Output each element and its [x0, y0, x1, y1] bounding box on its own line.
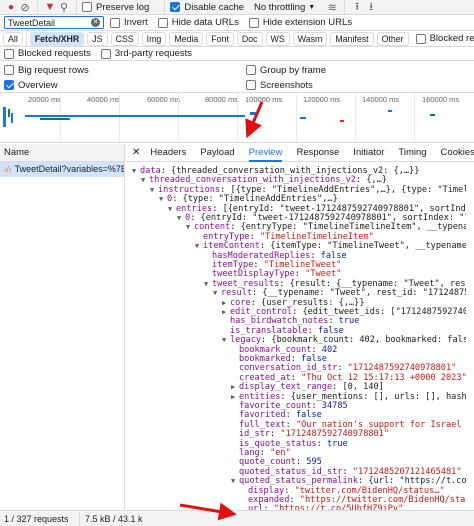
- big-request-rows-checkbox[interactable]: Big request rows: [4, 65, 236, 76]
- tab-cookies[interactable]: Cookies: [441, 144, 474, 162]
- type-chip-img[interactable]: Img: [141, 31, 167, 46]
- type-chip-ws[interactable]: WS: [265, 31, 290, 46]
- preserve-log-checkbox[interactable]: Preserve log: [82, 2, 149, 13]
- type-chip-media[interactable]: Media: [169, 31, 204, 46]
- blocked-requests-checkbox[interactable]: Blocked requests: [4, 48, 91, 59]
- status-bar: 1 / 327 requests 7.5 kB / 43.1 k: [0, 510, 474, 526]
- tab-payload[interactable]: Payload: [200, 144, 234, 162]
- overview-checkbox[interactable]: Overview: [4, 80, 236, 91]
- request-row[interactable]: ‹/› TweetDetail?variables=%7B...: [0, 162, 124, 177]
- tree-node: url: "https://t.co/5UbfHZ9iPv": [126, 503, 466, 510]
- close-icon[interactable]: ✕: [132, 144, 140, 162]
- type-chip-all[interactable]: All: [3, 31, 23, 46]
- invert-checkbox[interactable]: Invert: [110, 17, 148, 28]
- timeline-bar: [40, 118, 70, 120]
- type-chip-manifest[interactable]: Manifest: [330, 31, 374, 46]
- throttling-select[interactable]: No throttling ▼: [254, 2, 315, 13]
- timeline-bar: [25, 115, 245, 117]
- search-icon[interactable]: ⚲: [57, 0, 71, 14]
- tab-headers[interactable]: Headers: [150, 144, 186, 162]
- clear-icon[interactable]: ⊘: [18, 0, 32, 14]
- timeline-bar: [300, 117, 306, 119]
- timeline-bar: [250, 112, 258, 115]
- filter-input[interactable]: TweetDetail ✕: [4, 16, 104, 29]
- type-chip-doc[interactable]: Doc: [236, 31, 263, 46]
- timeline-bar: [340, 120, 344, 122]
- network-toolbar: ● ⊘ ▼ ⚲ Preserve log Disable cache No th…: [0, 0, 474, 15]
- hide-data-urls-checkbox[interactable]: Hide data URLs: [157, 17, 239, 28]
- timeline-bar: [388, 110, 392, 112]
- hide-extension-urls-checkbox[interactable]: Hide extension URLs: [248, 17, 352, 28]
- resource-type-filter: All Fetch/XHR JS CSS Img Media Font Doc …: [0, 31, 474, 47]
- tab-initiator[interactable]: Initiator: [353, 144, 384, 162]
- type-chip-css[interactable]: CSS: [110, 31, 139, 46]
- filter-icon[interactable]: ▼: [43, 0, 57, 14]
- detail-panel: ✕ Headers Payload Preview Response Initi…: [126, 144, 474, 510]
- chevron-down-icon: ▼: [308, 3, 316, 11]
- request-list: Name ‹/› TweetDetail?variables=%7B...: [0, 144, 125, 510]
- type-chip-other[interactable]: Other: [376, 31, 409, 46]
- group-by-frame-checkbox[interactable]: Group by frame: [246, 65, 326, 76]
- request-options-bar: Blocked requests 3rd-party requests: [0, 47, 474, 61]
- json-preview-tree: ▼ data: {threaded_conversation_with_injec…: [126, 162, 474, 510]
- timeline-bar: [430, 114, 435, 116]
- timeline-bar: [11, 113, 13, 123]
- type-chip-font[interactable]: Font: [206, 31, 234, 46]
- third-party-requests-checkbox[interactable]: 3rd-party requests: [100, 48, 192, 59]
- wifi-icon[interactable]: ≋: [325, 0, 339, 14]
- filter-bar: TweetDetail ✕ Invert Hide data URLs Hide…: [0, 15, 474, 31]
- disable-cache-checkbox[interactable]: Disable cache: [170, 2, 244, 13]
- tab-timing[interactable]: Timing: [398, 144, 426, 162]
- request-count: 1 / 327 requests: [4, 513, 69, 524]
- blocked-response-cookies-checkbox[interactable]: Blocked response cookies: [415, 33, 474, 44]
- type-chip-js[interactable]: JS: [87, 31, 108, 46]
- type-chip-wasm[interactable]: Wasm: [292, 31, 328, 46]
- clear-filter-icon[interactable]: ✕: [91, 18, 100, 27]
- xhr-icon: ‹/›: [4, 165, 12, 174]
- tab-response[interactable]: Response: [296, 144, 339, 162]
- screenshots-checkbox[interactable]: Screenshots: [246, 80, 313, 91]
- transferred-size: 7.5 kB / 43.1 k: [85, 513, 143, 524]
- timeline-bar: [3, 107, 6, 127]
- timeline-bar: [8, 109, 10, 117]
- timeline-overview[interactable]: 20000 ms 40000 ms 60000 ms 80000 ms 1000…: [0, 93, 474, 143]
- download-icon[interactable]: ⭳: [364, 0, 378, 14]
- upload-icon[interactable]: ⭱: [350, 0, 364, 14]
- settings-row-2: Overview Screenshots: [0, 78, 474, 93]
- tab-preview[interactable]: Preview: [248, 144, 283, 162]
- detail-tabs: ✕ Headers Payload Preview Response Initi…: [126, 144, 474, 162]
- type-chip-fetch-xhr[interactable]: Fetch/XHR: [29, 31, 85, 46]
- request-list-header: Name: [0, 144, 124, 162]
- settings-row-1: Big request rows Group by frame: [0, 62, 474, 78]
- record-stop-icon[interactable]: ●: [4, 0, 18, 14]
